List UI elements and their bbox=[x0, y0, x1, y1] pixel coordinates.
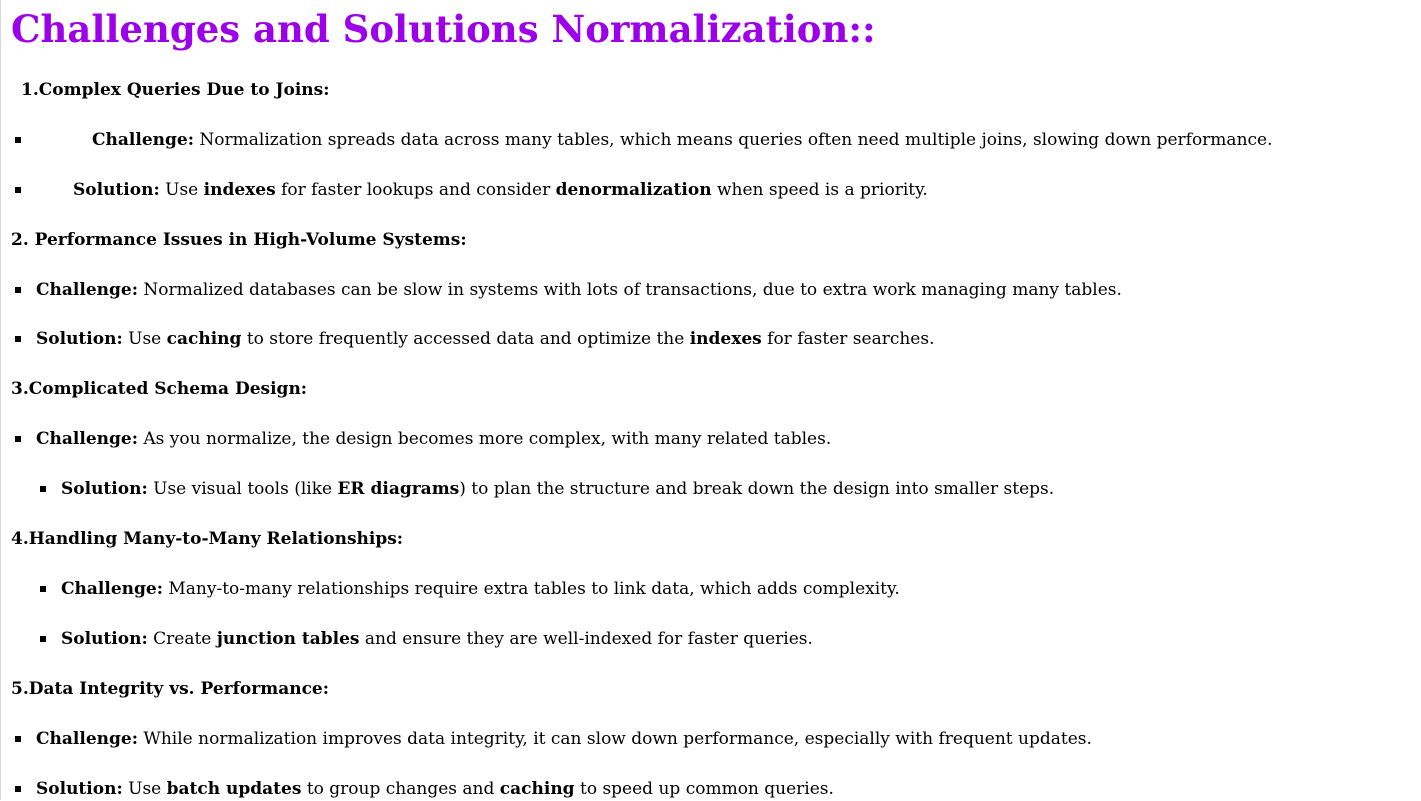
emphasis-text: indexes bbox=[203, 180, 276, 200]
list-item-text: Challenge: Normalization spreads data ac… bbox=[92, 128, 1273, 152]
section-heading-2: 2. Performance Issues in High-Volume Sys… bbox=[11, 230, 467, 250]
list-item: Challenge: Normalized databases can be s… bbox=[0, 278, 1421, 302]
emphasis-text: ER diagrams bbox=[337, 479, 460, 499]
emphasis-text: batch updates bbox=[166, 779, 302, 799]
emphasis-text: caching bbox=[166, 329, 242, 349]
body-text: Many-to-many relationships require extra… bbox=[162, 579, 900, 599]
body-text: While normalization improves data integr… bbox=[137, 729, 1092, 749]
square-bullet-icon bbox=[15, 786, 21, 792]
body-text: and ensure they are well-indexed for fas… bbox=[359, 629, 813, 649]
square-bullet-icon bbox=[15, 736, 21, 742]
body-text: Use bbox=[122, 329, 167, 349]
body-text: to group changes and bbox=[301, 779, 500, 799]
body-text: Normalized databases can be slow in syst… bbox=[137, 280, 1122, 300]
section-heading-4: 4.Handling Many-to-Many Relationships: bbox=[11, 529, 404, 549]
list-item-text: Challenge: Normalized databases can be s… bbox=[36, 278, 1122, 302]
body-text: Create bbox=[147, 629, 217, 649]
square-bullet-icon bbox=[15, 336, 21, 342]
list-item-text: Challenge: As you normalize, the design … bbox=[36, 427, 831, 451]
list-item-text: Solution: Use indexes for faster lookups… bbox=[73, 178, 928, 202]
list-item: Challenge: Normalization spreads data ac… bbox=[0, 128, 1421, 152]
square-bullet-icon bbox=[15, 287, 21, 293]
body-text: Use bbox=[159, 180, 204, 200]
list-item: Solution: Use caching to store frequentl… bbox=[0, 327, 1421, 351]
list-item-text: Solution: Use visual tools (like ER diag… bbox=[61, 477, 1054, 501]
section-heading-5: 5.Data Integrity vs. Performance: bbox=[11, 679, 330, 699]
square-bullet-icon bbox=[40, 486, 46, 492]
list-item-label: Challenge: bbox=[61, 579, 163, 599]
emphasis-text: indexes bbox=[689, 329, 762, 349]
list-item-label: Solution: bbox=[61, 479, 148, 499]
list-item: Challenge: As you normalize, the design … bbox=[0, 427, 1421, 451]
list-item-text: Solution: Use caching to store frequentl… bbox=[36, 327, 935, 351]
list-item-label: Solution: bbox=[61, 629, 148, 649]
square-bullet-icon bbox=[15, 187, 21, 193]
list-item-label: Challenge: bbox=[92, 130, 194, 150]
section-heading-3: 3.Complicated Schema Design: bbox=[11, 379, 308, 399]
square-bullet-icon bbox=[15, 137, 21, 143]
list-item: Solution: Use visual tools (like ER diag… bbox=[0, 477, 1421, 501]
body-text: for faster lookups and consider bbox=[275, 180, 556, 200]
list-item-text: Challenge: Many-to-many relationships re… bbox=[61, 577, 900, 601]
list-item: Challenge: While normalization improves … bbox=[0, 727, 1421, 751]
list-item-label: Solution: bbox=[36, 779, 123, 799]
list-item-text: Solution: Create junction tables and ens… bbox=[61, 627, 813, 651]
emphasis-text: caching bbox=[499, 779, 575, 799]
left-border bbox=[0, 0, 1, 800]
body-text: Use bbox=[122, 779, 167, 799]
body-text: Use visual tools (like bbox=[147, 479, 338, 499]
list-item: Solution: Use indexes for faster lookups… bbox=[0, 178, 1421, 202]
list-item-text: Solution: Use batch updates to group cha… bbox=[36, 777, 834, 801]
body-text: when speed is a priority. bbox=[711, 180, 928, 200]
list-item-label: Solution: bbox=[36, 329, 123, 349]
body-text: to store frequently accessed data and op… bbox=[241, 329, 690, 349]
square-bullet-icon bbox=[15, 436, 21, 442]
list-item-label: Solution: bbox=[73, 180, 160, 200]
body-text: for faster searches. bbox=[761, 329, 935, 349]
list-item-label: Challenge: bbox=[36, 280, 138, 300]
emphasis-text: denormalization bbox=[555, 180, 712, 200]
body-text: ) to plan the structure and break down t… bbox=[459, 479, 1055, 499]
list-item: Solution: Use batch updates to group cha… bbox=[0, 777, 1421, 801]
square-bullet-icon bbox=[40, 586, 46, 592]
section-heading-1: 1.Complex Queries Due to Joins: bbox=[21, 80, 330, 100]
body-text: As you normalize, the design becomes mor… bbox=[137, 429, 832, 449]
list-item-text: Challenge: While normalization improves … bbox=[36, 727, 1092, 751]
body-text: to speed up common queries. bbox=[574, 779, 834, 799]
list-item: Challenge: Many-to-many relationships re… bbox=[0, 577, 1421, 601]
square-bullet-icon bbox=[40, 636, 46, 642]
body-text: Normalization spreads data across many t… bbox=[193, 130, 1273, 150]
emphasis-text: junction tables bbox=[216, 629, 360, 649]
list-item: Solution: Create junction tables and ens… bbox=[0, 627, 1421, 651]
page-title: Challenges and Solutions Normalization:: bbox=[11, 7, 876, 51]
list-item-label: Challenge: bbox=[36, 429, 138, 449]
list-item-label: Challenge: bbox=[36, 729, 138, 749]
